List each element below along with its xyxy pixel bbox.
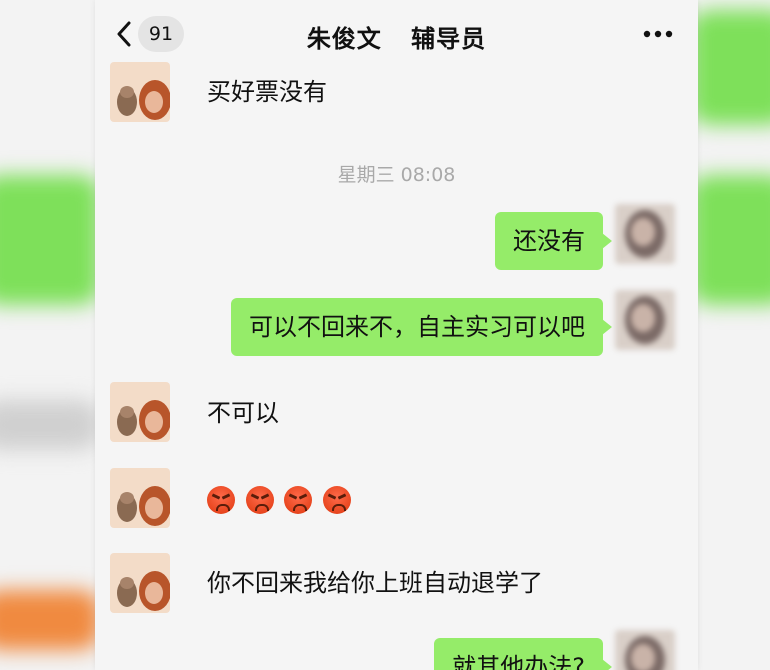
incoming-message: 不可以: [207, 399, 279, 427]
chat-title: 朱俊文 辅导员: [95, 19, 698, 54]
contact-name: 朱俊文: [306, 25, 382, 53]
chat-header: 91 朱俊文 辅导员: [95, 0, 698, 68]
more-options-icon[interactable]: [643, 30, 673, 38]
chat-window: 91 朱俊文 辅导员 买好票没有 星期三 08:08 还没有 可以不回来不，自主…: [95, 0, 698, 670]
angry-face-icon: [207, 486, 235, 514]
blurred-background-right: [690, 0, 770, 670]
incoming-message: 你不回来我给你上班自动退学了: [207, 569, 543, 597]
outgoing-message[interactable]: 还没有: [495, 212, 612, 270]
blurred-background-left: [0, 0, 100, 670]
user-avatar[interactable]: [615, 630, 675, 670]
angry-face-icon: [322, 486, 351, 514]
contact-avatar[interactable]: [110, 553, 170, 613]
contact-avatar[interactable]: [110, 62, 170, 122]
incoming-message: 买好票没有: [207, 78, 327, 106]
incoming-emoji-message: [207, 482, 354, 516]
user-avatar[interactable]: [615, 204, 675, 264]
angry-face-icon: [284, 486, 313, 514]
outgoing-message[interactable]: 可以不回来不，自主实习可以吧: [231, 298, 612, 356]
user-avatar[interactable]: [615, 290, 675, 350]
outgoing-message[interactable]: 就其他办法?: [434, 638, 612, 670]
contact-avatar[interactable]: [110, 382, 170, 442]
angry-face-icon: [245, 486, 274, 514]
timestamp: 星期三 08:08: [337, 164, 456, 186]
contact-role: 辅导员: [411, 25, 487, 53]
contact-avatar[interactable]: [110, 468, 170, 528]
